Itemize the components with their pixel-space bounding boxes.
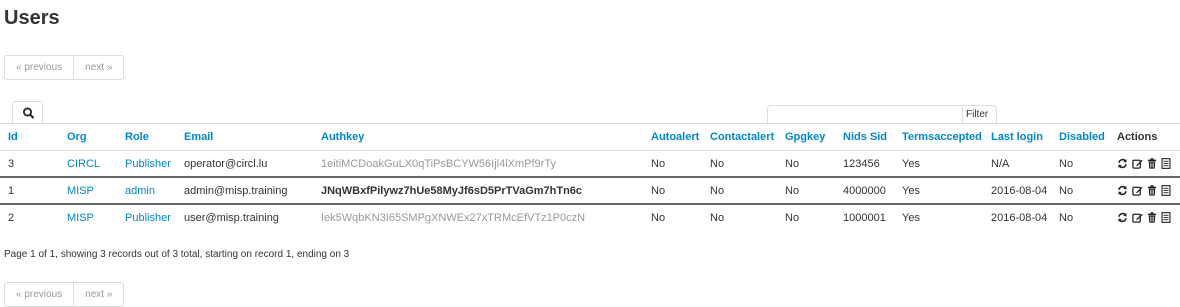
cell-termsaccepted: Yes: [894, 150, 983, 177]
cell-autoalert: No: [643, 176, 702, 204]
filter-bar: Filter: [767, 105, 997, 123]
cell-last-login: 2016-08-04: [983, 203, 1051, 230]
cell-gpgkey: No: [777, 176, 835, 204]
col-header-role[interactable]: Role: [117, 123, 176, 151]
previous-page-link[interactable]: « previous: [5, 283, 73, 306]
col-header-disabled[interactable]: Disabled: [1051, 123, 1109, 151]
list-icon: [1161, 158, 1171, 169]
user-row[interactable]: 2 MISP Publisher user@misp.training Iek5WqbK…: [0, 203, 1180, 230]
pagination-top: « previous next »: [4, 55, 125, 80]
user-row[interactable]: 1 MISP admin admin@misp.training JNqWBxfPily…: [0, 176, 1180, 204]
col-header-contactalert[interactable]: Contactalert: [702, 123, 777, 151]
cell-authkey: JNqWBxfPilywz7hUe58MyJf6sD5PrTVaGm7hTn6c: [313, 176, 643, 204]
view-user-button[interactable]: [1161, 212, 1171, 223]
table-header-row: Id Org Role Email Authkey Autoalert Cont…: [0, 123, 1180, 151]
cell-contactalert: No: [702, 176, 777, 204]
cell-contactalert: No: [702, 150, 777, 177]
col-header-nids-sid[interactable]: Nids Sid: [835, 123, 894, 151]
search-toggle-button[interactable]: [12, 101, 43, 123]
previous-page-link[interactable]: « previous: [5, 56, 73, 79]
trash-icon: [1147, 212, 1157, 223]
cell-email: admin@misp.training: [176, 176, 313, 204]
cell-disabled: No: [1051, 203, 1109, 230]
delete-user-button[interactable]: [1147, 185, 1157, 196]
cell-nids-sid: 4000000: [835, 176, 894, 204]
col-header-autoalert[interactable]: Autoalert: [643, 123, 702, 151]
delete-user-button[interactable]: [1147, 158, 1157, 169]
edit-icon: [1132, 186, 1143, 196]
col-header-email[interactable]: Email: [176, 123, 313, 151]
cell-id: 2: [0, 203, 59, 230]
cell-actions: [1109, 176, 1180, 204]
cell-termsaccepted: Yes: [894, 203, 983, 230]
col-header-authkey[interactable]: Authkey: [313, 123, 643, 151]
pagination-summary: Page 1 of 1, showing 3 records out of 3 …: [4, 249, 350, 260]
cell-authkey: Iek5WqbKN3I65SMPgXNWEx27xTRMcEfVTz1P0czN: [313, 203, 643, 230]
reset-authkey-button[interactable]: [1117, 212, 1128, 223]
cell-gpgkey: No: [777, 150, 835, 177]
cell-id: 3: [0, 150, 59, 177]
cell-last-login: N/A: [983, 150, 1051, 177]
cell-autoalert: No: [643, 203, 702, 230]
col-header-id[interactable]: Id: [0, 123, 59, 151]
trash-icon: [1147, 158, 1157, 169]
cell-id: 1: [0, 176, 59, 204]
trash-icon: [1147, 185, 1157, 196]
edit-icon: [1132, 159, 1143, 169]
cell-autoalert: No: [643, 150, 702, 177]
cell-role-link[interactable]: Publisher: [117, 203, 176, 230]
reset-authkey-button[interactable]: [1117, 185, 1128, 196]
cell-org-link[interactable]: MISP: [59, 176, 117, 204]
reset-authkey-button[interactable]: [1117, 158, 1128, 169]
filter-button[interactable]: Filter: [962, 107, 993, 123]
refresh-icon: [1118, 185, 1127, 196]
user-row[interactable]: 3 CIRCL Publisher operator@circl.lu 1eitiMCD…: [0, 150, 1180, 177]
refresh-icon: [1118, 158, 1127, 169]
cell-email: operator@circl.lu: [176, 150, 313, 177]
next-page-link[interactable]: next »: [73, 283, 123, 306]
view-user-button[interactable]: [1161, 185, 1171, 196]
cell-gpgkey: No: [777, 203, 835, 230]
cell-disabled: No: [1051, 176, 1109, 204]
search-icon: [22, 107, 34, 119]
delete-user-button[interactable]: [1147, 212, 1157, 223]
cell-role-link[interactable]: admin: [117, 176, 176, 204]
next-page-link[interactable]: next »: [73, 56, 123, 79]
cell-role-link[interactable]: Publisher: [117, 150, 176, 177]
view-user-button[interactable]: [1161, 158, 1171, 169]
cell-email: user@misp.training: [176, 203, 313, 230]
col-header-gpgkey[interactable]: Gpgkey: [777, 123, 835, 151]
col-header-last-login[interactable]: Last login: [983, 123, 1051, 151]
edit-icon: [1132, 213, 1143, 223]
refresh-icon: [1118, 212, 1127, 223]
cell-actions: [1109, 150, 1180, 177]
cell-termsaccepted: Yes: [894, 176, 983, 204]
cell-authkey: 1eitiMCDoakGuLX0qTiPsBCYW56Ijl4lXmPf9rTy: [313, 150, 643, 177]
list-icon: [1161, 212, 1171, 223]
edit-user-button[interactable]: [1132, 158, 1143, 169]
cell-disabled: No: [1051, 150, 1109, 177]
col-header-termsaccepted[interactable]: Termsaccepted: [894, 123, 983, 151]
cell-contactalert: No: [702, 203, 777, 230]
page-title: Users: [4, 7, 60, 29]
cell-nids-sid: 1000001: [835, 203, 894, 230]
list-icon: [1161, 185, 1171, 196]
pagination-bottom: « previous next »: [4, 282, 125, 307]
cell-nids-sid: 123456: [835, 150, 894, 177]
users-table: Id Org Role Email Authkey Autoalert Cont…: [0, 123, 1180, 230]
cell-org-link[interactable]: MISP: [59, 203, 117, 230]
col-header-actions: Actions: [1109, 123, 1180, 151]
cell-actions: [1109, 203, 1180, 230]
edit-user-button[interactable]: [1132, 212, 1143, 223]
col-header-org[interactable]: Org: [59, 123, 117, 151]
cell-last-login: 2016-08-04: [983, 176, 1051, 204]
cell-org-link[interactable]: CIRCL: [59, 150, 117, 177]
edit-user-button[interactable]: [1132, 185, 1143, 196]
filter-input[interactable]: [770, 107, 966, 122]
